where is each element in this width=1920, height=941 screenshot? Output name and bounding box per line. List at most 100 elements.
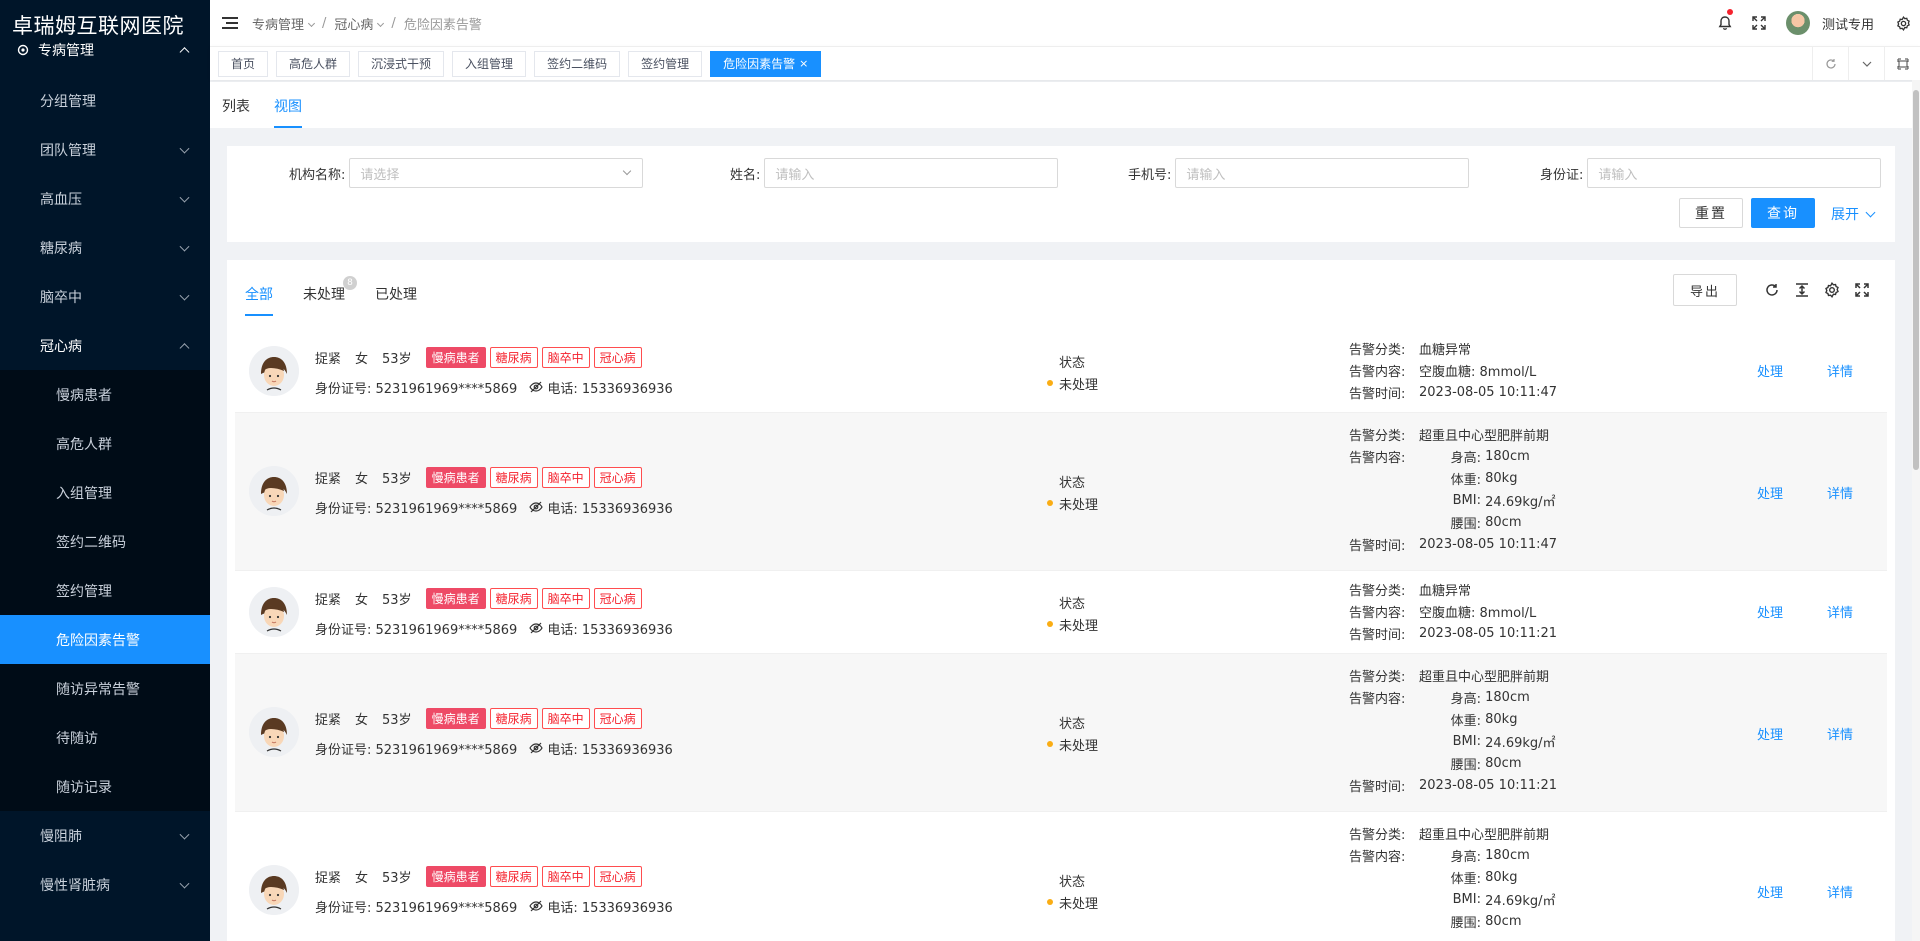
sidebar-item-stroke[interactable]: 脑卒中 [0, 272, 210, 321]
sidebar-item-ckd[interactable]: 慢性肾脏病 [0, 860, 210, 909]
gear-icon[interactable] [1886, 0, 1920, 46]
sidebar-item-high-risk[interactable]: 高危人群 [0, 419, 210, 468]
chevron-down-icon [179, 290, 190, 301]
handle-link[interactable]: 处理 [1757, 602, 1783, 621]
alert-bmi: 24.69kg/㎡ [1485, 494, 1556, 510]
tab-sign-manage[interactable]: 签约管理 [628, 50, 703, 77]
patient-age: 53岁 [382, 351, 412, 367]
breadcrumb-item[interactable]: 冠心病 [334, 14, 385, 33]
phone-input[interactable]: 请输入 [1175, 158, 1470, 188]
close-icon[interactable]: × [799, 57, 808, 70]
detail-link[interactable]: 详情 [1827, 602, 1853, 621]
sidebar-item-chronic-patients[interactable]: 慢病患者 [0, 370, 210, 419]
alert-weight: 80kg [1485, 711, 1518, 727]
eye-off-icon[interactable] [529, 500, 543, 514]
gear-icon[interactable] [1817, 280, 1847, 300]
sidebar-item-sign-manage[interactable]: 签约管理 [0, 566, 210, 615]
detail-link[interactable]: 详情 [1827, 882, 1853, 901]
handle-link[interactable]: 处理 [1757, 724, 1783, 743]
tab-home[interactable]: 首页 [218, 50, 269, 77]
alert-height: 180cm [1485, 448, 1530, 464]
alert-type: 血糖异常 [1419, 583, 1472, 599]
sidebar-item-sign-qrcode[interactable]: 签约二维码 [0, 517, 210, 566]
view-tabs: 列表 视图 [210, 82, 1920, 128]
status-cell: 状态 未处理 [1047, 350, 1098, 394]
user-avatar[interactable] [1785, 11, 1810, 35]
eye-off-icon[interactable] [529, 899, 543, 913]
handle-link[interactable]: 处理 [1757, 361, 1783, 380]
eye-off-icon[interactable] [529, 621, 543, 635]
maximize-icon[interactable] [1884, 47, 1920, 80]
sidebar-item-team[interactable]: 团队管理 [0, 125, 210, 174]
sidebar-item-label: 慢性肾脏病 [40, 877, 110, 894]
tag-stroke: 脑卒中 [541, 707, 590, 729]
patient-gender: 女 [355, 712, 369, 728]
chevron-down-icon [179, 829, 190, 840]
chevron-down-icon [179, 143, 190, 154]
export-button[interactable]: 导出 [1673, 274, 1737, 306]
sidebar-item-diabetes[interactable]: 糖尿病 [0, 223, 210, 272]
sidebar-item-followup-alert[interactable]: 随访异常告警 [0, 664, 210, 713]
tab-enrollment[interactable]: 入组管理 [452, 50, 527, 77]
status-dot [1047, 741, 1053, 747]
detail-link[interactable]: 详情 [1827, 361, 1853, 380]
sidebar-item-enrollment[interactable]: 入组管理 [0, 468, 210, 517]
user-name[interactable]: 测试专用 [1822, 14, 1874, 33]
tab-high-risk[interactable]: 高危人群 [276, 50, 351, 77]
tab-card-view[interactable]: 视图 [274, 96, 302, 128]
sidebar-item-chd[interactable]: 冠心病 [0, 321, 210, 370]
sidebar-item-copd[interactable]: 慢阻肺 [0, 811, 210, 860]
tab-sign-qrcode[interactable]: 签约二维码 [534, 50, 621, 77]
tab-pending[interactable]: 未处理 8 [303, 276, 357, 316]
bell-icon[interactable] [1708, 0, 1742, 46]
tab-risk-alert[interactable]: 危险因素告警 × [710, 50, 822, 77]
sidebar-item-pending-followup[interactable]: 待随访 [0, 713, 210, 762]
refresh-icon[interactable] [1757, 280, 1787, 300]
column-height-icon[interactable] [1787, 280, 1817, 300]
top-header: 专病管理 / 冠心病 / 危险因素告警 测试专用 [210, 0, 1920, 46]
expand-toggle[interactable]: 展开 [1831, 204, 1876, 224]
status-label: 状态 [1059, 596, 1086, 612]
query-button[interactable]: 查询 [1751, 198, 1815, 228]
fullscreen-icon[interactable] [1742, 0, 1776, 46]
eye-off-icon[interactable] [529, 380, 543, 394]
sidebar-item-special-disease[interactable]: 专病管理 [0, 40, 210, 60]
fullscreen-icon[interactable] [1847, 280, 1877, 300]
tag-chronic: 慢病患者 [425, 466, 486, 488]
menu-fold-icon[interactable] [222, 16, 238, 30]
alert-time: 2023-08-05 10:11:47 [1419, 536, 1558, 552]
sidebar-item-group[interactable]: 分组管理 [0, 76, 210, 125]
sidebar-item-risk-alert[interactable]: 危险因素告警 [0, 615, 210, 664]
tab-processed[interactable]: 已处理 [375, 284, 417, 316]
reset-button[interactable]: 重置 [1679, 198, 1743, 228]
handle-link[interactable]: 处理 [1757, 483, 1783, 502]
sidebar-item-followup-records[interactable]: 随访记录 [0, 762, 210, 811]
tag-chd: 冠心病 [593, 707, 642, 729]
detail-link[interactable]: 详情 [1827, 483, 1853, 502]
org-select[interactable]: 请选择 [349, 158, 644, 188]
sidebar-item-hypertension[interactable]: 高血压 [0, 174, 210, 223]
sidebar-item-label: 糖尿病 [40, 240, 82, 257]
status-label: 状态 [1059, 475, 1086, 491]
id-input[interactable]: 请输入 [1587, 158, 1882, 188]
chevron-down-icon[interactable] [1848, 47, 1884, 80]
page-scrollbar[interactable] [1912, 80, 1920, 941]
tab-all[interactable]: 全部 [245, 284, 273, 316]
tag-stroke: 脑卒中 [541, 466, 590, 488]
id-field: 身份证: 请输入 [1540, 158, 1882, 188]
tag-chronic: 慢病患者 [425, 707, 486, 729]
eye-off-icon[interactable] [529, 741, 543, 755]
tab-list-view[interactable]: 列表 [222, 96, 250, 128]
breadcrumb-item[interactable]: 专病管理 [252, 14, 316, 33]
refresh-icon[interactable] [1812, 47, 1848, 80]
handle-link[interactable]: 处理 [1757, 882, 1783, 901]
tag-stroke: 脑卒中 [541, 865, 590, 887]
patient-id: 身份证号: 5231961969****5869 [315, 381, 518, 397]
scrollbar-thumb[interactable] [1913, 90, 1919, 470]
name-input[interactable]: 请输入 [764, 158, 1059, 188]
patient-name: 捉紧 [315, 870, 342, 886]
tag-diabetes: 糖尿病 [489, 865, 538, 887]
tab-immersive[interactable]: 沉浸式干预 [358, 50, 445, 77]
detail-link[interactable]: 详情 [1827, 724, 1853, 743]
patient-age: 53岁 [382, 712, 412, 728]
